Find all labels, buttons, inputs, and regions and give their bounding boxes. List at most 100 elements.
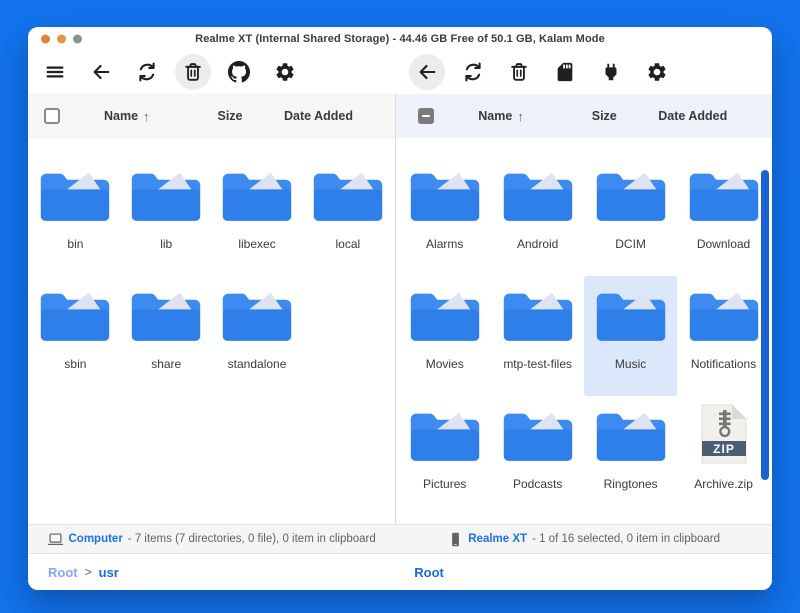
local-status: Computer - 7 items (7 directories, 0 fil… [28, 532, 396, 547]
sd-card-icon [554, 61, 576, 83]
app-window: Realme XT (Internal Shared Storage) - 44… [28, 27, 772, 590]
select-all-checkbox[interactable] [44, 108, 60, 124]
name-column-header[interactable]: Name ↑ [80, 109, 190, 124]
laptop-icon [48, 532, 63, 547]
file-item-label: libexec [238, 237, 275, 251]
folder-icon [594, 404, 668, 464]
file-item-label: Notifications [691, 357, 756, 371]
smartphone-icon [448, 532, 463, 547]
desktop-background: Realme XT (Internal Shared Storage) - 44… [0, 0, 800, 613]
local-settings-button[interactable] [262, 52, 308, 92]
button-highlight [175, 54, 211, 90]
github-icon [228, 61, 250, 83]
local-status-summary: - 7 items (7 directories, 0 file), 0 ite… [128, 533, 376, 545]
file-item[interactable]: Pictures [398, 396, 491, 516]
refresh-icon [136, 61, 158, 83]
file-item[interactable]: Movies [398, 276, 491, 396]
folder-icon [220, 164, 294, 224]
github-button[interactable] [216, 52, 262, 92]
name-column-header[interactable]: Name ↑ [454, 109, 564, 124]
device-settings-button[interactable] [634, 52, 680, 92]
device-pane: Name ↑ Size Date Added Alarms Android DC… [396, 94, 772, 524]
gear-icon [646, 61, 668, 83]
folder-icon [311, 164, 385, 224]
sort-ascending-icon[interactable]: ↑ [517, 109, 524, 124]
file-item[interactable]: libexec [212, 156, 303, 276]
file-item[interactable]: share [121, 276, 212, 396]
file-item[interactable]: mtp-test-files [491, 276, 584, 396]
local-list-header: Name ↑ Size Date Added [28, 94, 395, 138]
device-back-button[interactable] [404, 52, 450, 92]
local-breadcrumb: Root > usr [28, 565, 396, 580]
size-column-header[interactable]: Size [564, 109, 644, 123]
trash-icon [508, 61, 530, 83]
file-item[interactable]: Alarms [398, 156, 491, 276]
file-item-label: mtp-test-files [503, 357, 572, 371]
device-refresh-button[interactable] [450, 52, 496, 92]
storage-select-button[interactable] [542, 52, 588, 92]
button-highlight [409, 54, 445, 90]
device-link[interactable]: Realme XT [468, 533, 527, 545]
local-file-grid: bin lib libexec local sbin share standal… [28, 138, 395, 524]
size-column-header[interactable]: Size [190, 109, 270, 123]
breadcrumb-root-link[interactable]: Root [48, 565, 78, 580]
breadcrumb-row: Root > usr Root [28, 554, 772, 590]
breadcrumb-root-link[interactable]: Root [414, 565, 444, 580]
file-item-label: Android [517, 237, 558, 251]
file-item[interactable]: sbin [30, 276, 121, 396]
file-item-label: bin [67, 237, 83, 251]
trash-icon [182, 61, 204, 83]
file-item-label: local [336, 237, 361, 251]
file-item-label: Movies [426, 357, 464, 371]
breadcrumb-current-folder[interactable]: usr [99, 565, 119, 580]
file-item[interactable]: bin [30, 156, 121, 276]
folder-icon [129, 284, 203, 344]
sort-ascending-icon[interactable]: ↑ [143, 109, 150, 124]
local-toolbar [28, 50, 396, 94]
device-status-summary: - 1 of 16 selected, 0 item in clipboard [532, 533, 720, 545]
folder-icon [408, 284, 482, 344]
folder-icon [408, 164, 482, 224]
zip-file-icon [687, 404, 761, 464]
file-item[interactable]: Notifications [677, 276, 770, 396]
close-window-button[interactable] [41, 34, 50, 43]
file-item[interactable]: Android [491, 156, 584, 276]
file-item-selected[interactable]: Music [584, 276, 677, 396]
local-delete-button[interactable] [170, 52, 216, 92]
vertical-scrollbar-thumb[interactable] [761, 170, 769, 480]
menu-button[interactable] [32, 52, 78, 92]
file-item[interactable]: Podcasts [491, 396, 584, 516]
folder-icon [687, 284, 761, 344]
local-device-link[interactable]: Computer [68, 533, 122, 545]
file-item-label: Music [615, 357, 646, 371]
date-added-column-header[interactable]: Date Added [644, 109, 772, 123]
minimize-window-button[interactable] [57, 34, 66, 43]
file-item[interactable]: Ringtones [584, 396, 677, 516]
status-bar: Computer - 7 items (7 directories, 0 fil… [28, 524, 772, 554]
folder-icon [129, 164, 203, 224]
file-item[interactable]: Download [677, 156, 770, 276]
file-item-label: lib [160, 237, 172, 251]
file-item-label: DCIM [615, 237, 646, 251]
name-column-label: Name [478, 109, 512, 123]
local-pane: Name ↑ Size Date Added bin lib libexec l… [28, 94, 396, 524]
file-item[interactable]: Archive.zip [677, 396, 770, 516]
select-all-checkbox-indeterminate[interactable] [418, 108, 434, 124]
local-back-button[interactable] [78, 52, 124, 92]
file-item[interactable]: DCIM [584, 156, 677, 276]
file-item[interactable]: standalone [212, 276, 303, 396]
file-item[interactable]: local [302, 156, 393, 276]
file-item[interactable]: lib [121, 156, 212, 276]
gear-icon [274, 61, 296, 83]
date-added-column-header[interactable]: Date Added [270, 109, 395, 123]
menu-icon [44, 61, 66, 83]
local-refresh-button[interactable] [124, 52, 170, 92]
file-item-label: standalone [228, 357, 287, 371]
title-bar[interactable]: Realme XT (Internal Shared Storage) - 44… [28, 27, 772, 50]
name-column-label: Name [104, 109, 138, 123]
disconnect-button[interactable] [588, 52, 634, 92]
zoom-window-button[interactable] [73, 34, 82, 43]
device-delete-button[interactable] [496, 52, 542, 92]
folder-icon [220, 284, 294, 344]
window-title: Realme XT (Internal Shared Storage) - 44… [195, 33, 605, 45]
